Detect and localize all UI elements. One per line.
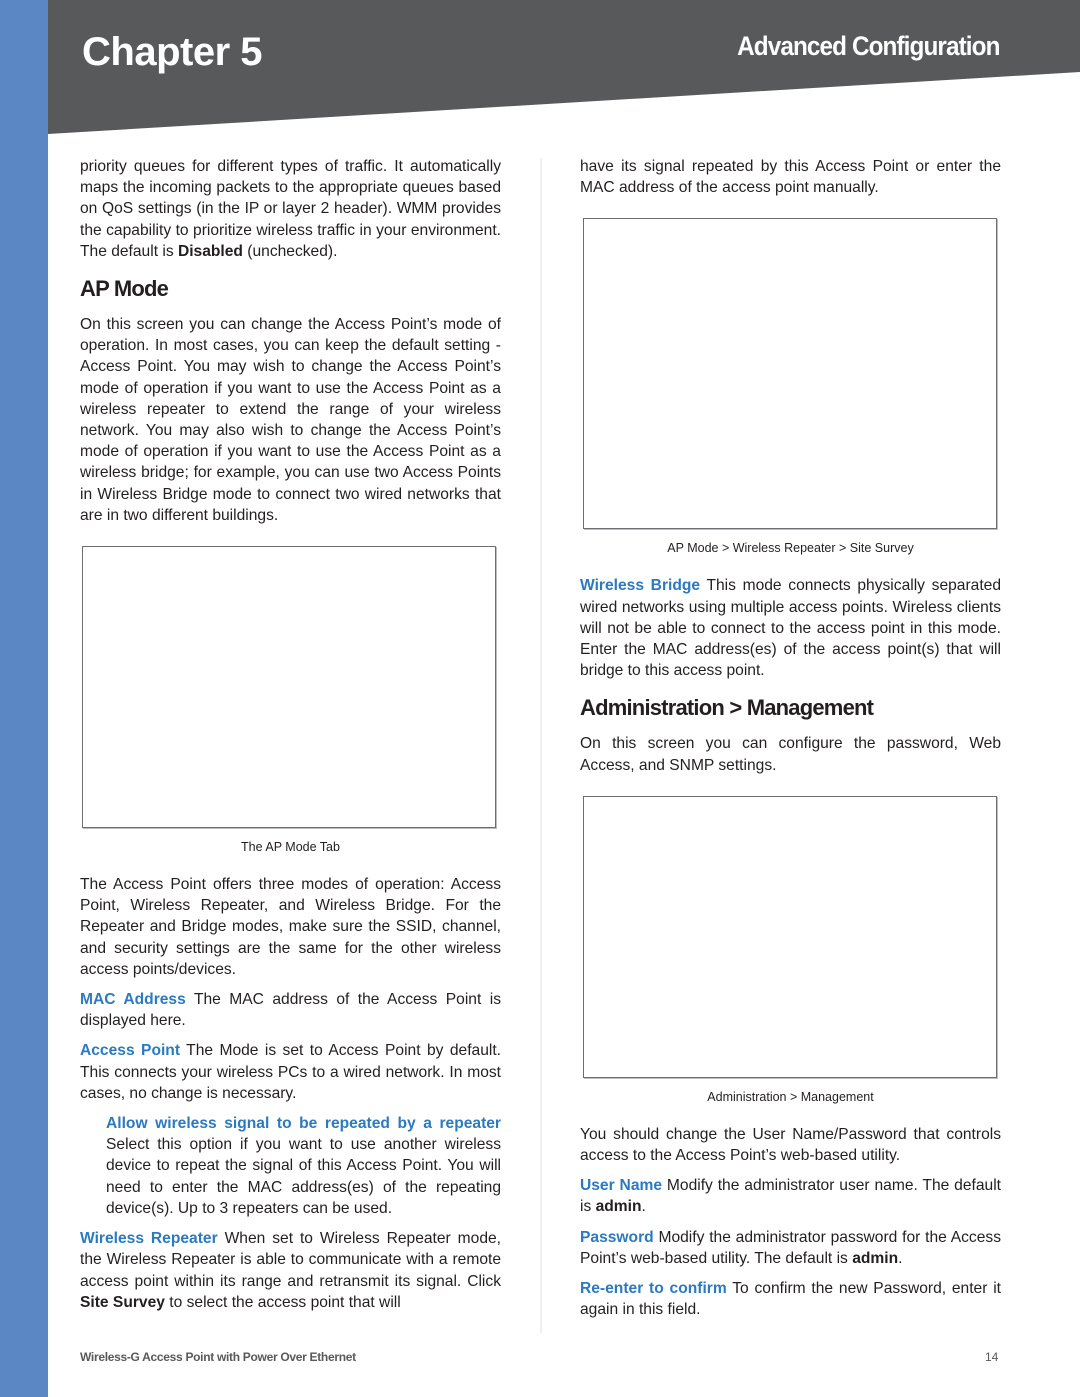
access-point-item: Access Point The Mode is set to Access P… bbox=[80, 1042, 501, 1102]
reenter-item: Re-enter to confirm To confirm the new P… bbox=[580, 1280, 1002, 1319]
term-label: User Name bbox=[580, 1177, 663, 1195]
ap-mode-heading: AP Mode bbox=[80, 276, 169, 302]
term-label: Wireless Repeater bbox=[80, 1230, 218, 1248]
allow-repeat-item: Allow wireless signal to be repeated by … bbox=[106, 1115, 501, 1217]
ap-mode-paragraph: On this screen you can change the Access… bbox=[80, 316, 501, 524]
figure-caption: The AP Mode Tab bbox=[241, 840, 340, 855]
figure-caption: Administration > Management bbox=[707, 1089, 874, 1104]
term-label: Re-enter to confirm bbox=[580, 1280, 727, 1298]
admin-paragraph: On this screen you can configure the pas… bbox=[580, 735, 1001, 774]
wireless-bridge-item: Wireless Bridge This mode connects physi… bbox=[580, 577, 1001, 680]
admin-heading: Administration > Management bbox=[580, 695, 874, 721]
ap-mode-tab-screenshot bbox=[82, 546, 496, 829]
change-credentials-paragraph: You should change the User Name/Password… bbox=[580, 1125, 1001, 1165]
left-column: priority queues for different types of t… bbox=[80, 156, 501, 1322]
term-label: Access Point bbox=[80, 1042, 181, 1060]
password-item: Password Modify the administrator passwo… bbox=[580, 1228, 1001, 1267]
mac-address-item: MAC Address The MAC address of the Acces… bbox=[80, 991, 502, 1030]
footer-product-name: Wireless-G Access Point with Power Over … bbox=[80, 1350, 356, 1364]
column-divider bbox=[540, 158, 542, 1333]
term-label: Allow wireless signal to be repeated by … bbox=[106, 1115, 501, 1133]
user-name-item: User Name Modify the administrator user … bbox=[580, 1177, 1001, 1216]
term-label: Wireless Bridge bbox=[580, 577, 701, 595]
modes-paragraph: The Access Point offers three modes of o… bbox=[80, 876, 501, 978]
page-number: 14 bbox=[985, 1350, 999, 1364]
admin-management-screenshot bbox=[583, 795, 997, 1078]
section-title: Advanced Configuration bbox=[737, 31, 1001, 61]
wmm-paragraph: priority queues for different types of t… bbox=[80, 158, 501, 260]
term-label: MAC Address bbox=[80, 991, 186, 1009]
figure-caption: AP Mode > Wireless Repeater > Site Surve… bbox=[667, 541, 914, 556]
continued-paragraph: have its signal repeated by this Access … bbox=[580, 158, 1001, 197]
wireless-repeater-item: Wireless Repeater When set to Wireless R… bbox=[80, 1230, 501, 1311]
right-column: have its signal repeated by this Access … bbox=[580, 156, 1001, 1329]
chapter-title: Chapter 5 bbox=[82, 30, 263, 74]
site-survey-screenshot bbox=[583, 218, 997, 530]
term-label: Password bbox=[580, 1228, 654, 1246]
side-color-strip bbox=[0, 0, 48, 1397]
